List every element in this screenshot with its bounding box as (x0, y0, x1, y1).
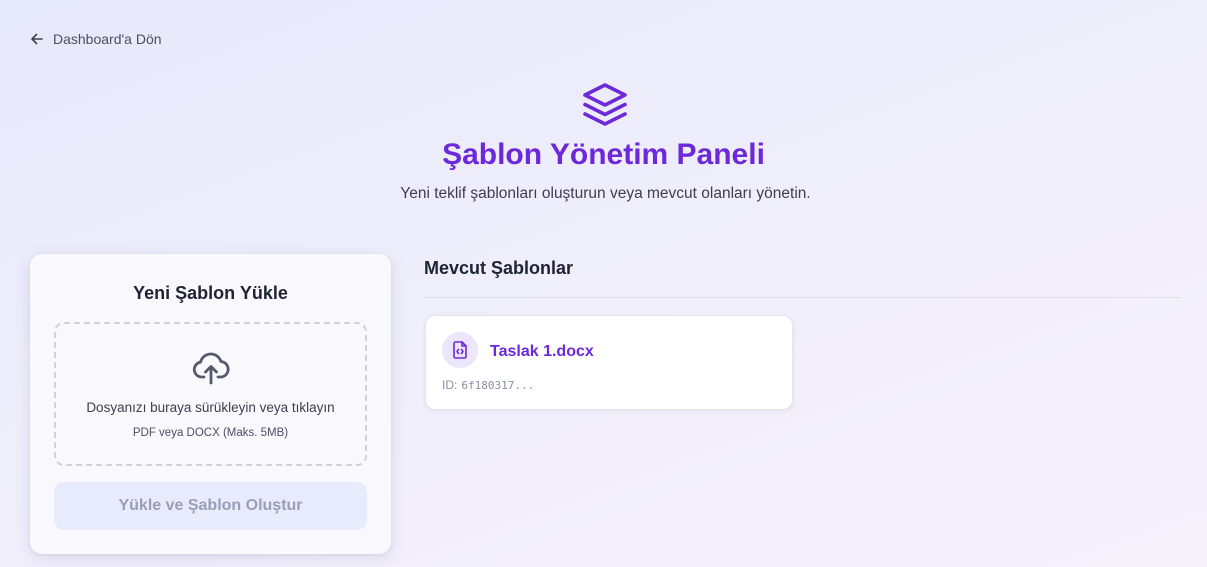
template-card[interactable]: Taslak 1.docx ID: 6f180317... (425, 315, 793, 410)
file-icon-badge (442, 332, 478, 368)
page-subtitle: Yeni teklif şablonları oluşturun veya me… (400, 185, 811, 202)
cloud-upload-icon (192, 352, 230, 385)
templates-section-title: Mevcut Şablonlar (424, 258, 574, 278)
back-link-label: Dashboard'a Dön (53, 31, 162, 47)
upload-card: Yeni Şablon Yükle Dosyanızı buraya sürük… (30, 254, 391, 554)
back-to-dashboard-link[interactable]: Dashboard'a Dön (30, 31, 162, 47)
template-id: ID: 6f180317... (442, 378, 534, 392)
arrow-left-icon (31, 33, 43, 45)
upload-and-create-button[interactable]: Yükle ve Şablon Oluştur (54, 482, 367, 530)
file-code-icon (453, 341, 467, 359)
file-dropzone[interactable]: Dosyanızı buraya sürükleyin veya tıklayı… (54, 322, 367, 466)
upload-card-title: Yeni Şablon Yükle (133, 283, 288, 303)
template-id-value: 6f180317... (461, 379, 535, 392)
page-title: Şablon Yönetim Paneli (442, 138, 765, 171)
template-id-label: ID: (442, 378, 458, 392)
dropzone-text: Dosyanızı buraya sürükleyin veya tıklayı… (86, 400, 335, 415)
section-divider (424, 297, 1181, 298)
dropzone-hint: PDF veya DOCX (Maks. 5MB) (132, 427, 289, 439)
template-name[interactable]: Taslak 1.docx (490, 343, 594, 361)
layers-icon (583, 83, 627, 126)
